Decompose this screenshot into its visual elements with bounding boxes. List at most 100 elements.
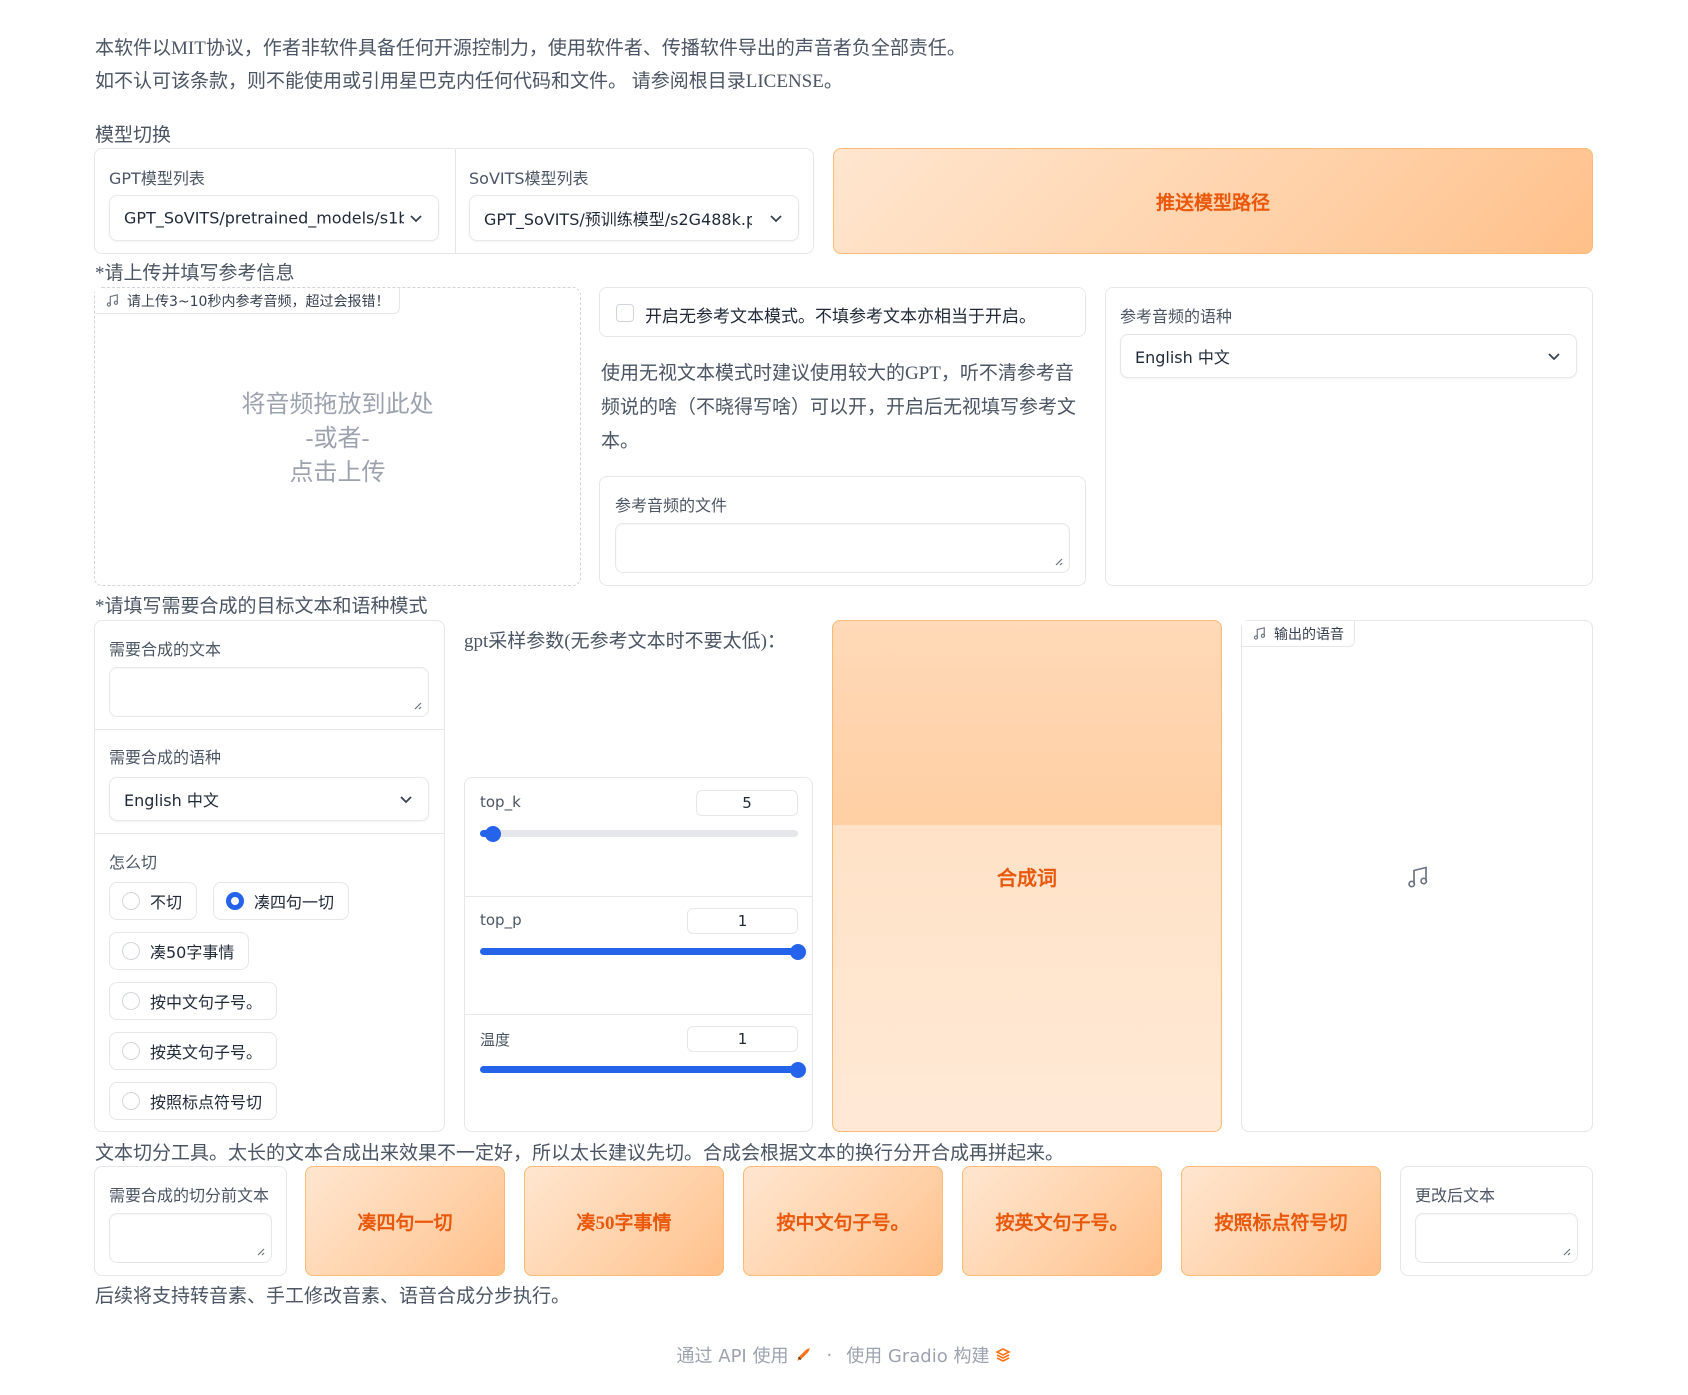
gpt-model-label: GPT模型列表: [109, 169, 205, 188]
top-k-label: top_k: [480, 793, 521, 811]
hint-line3: 本。: [601, 431, 640, 452]
top-k-slider[interactable]: [480, 825, 798, 842]
music-note-icon: [106, 293, 119, 307]
cut-option-english-period[interactable]: 按英文句子号。: [109, 1032, 278, 1070]
top-p-slider-fill: [480, 948, 798, 955]
radio-circle: [122, 992, 140, 1010]
reference-text-label: 参考音频的文件: [615, 496, 728, 515]
gpt-params-panel: top_k 5 top_p 1 温度 1: [464, 777, 813, 1132]
gpt-params-title: gpt采样参数(无参考文本时不要太低)：: [464, 631, 786, 652]
cut-after-input[interactable]: [1415, 1213, 1578, 1263]
radio-circle: [122, 1092, 140, 1110]
temperature-label: 温度: [480, 1031, 511, 1049]
synth-section-title: *请填写需要合成的目标文本和语种模式: [95, 596, 428, 617]
gpt-model-value: GPT_SoVITS/pretrained_models/s1be: [124, 208, 404, 228]
gradio-logo-icon: [995, 1348, 1012, 1362]
reference-audio-chip-label: 请上传3~10秒内参考音频，超过会报错！: [127, 293, 390, 310]
temperature-slider[interactable]: [480, 1061, 806, 1078]
free-mode-checkbox-panel[interactable]: 开启无参考文本模式。不填参考文本亦相当于开启。: [599, 287, 1086, 337]
cut-option-label: 不切: [150, 893, 183, 912]
free-mode-label: 开启无参考文本模式。不填参考文本亦相当于开启。: [645, 307, 1036, 327]
reference-language-panel: 参考音频的语种 English 中文: [1105, 287, 1593, 586]
divider: [95, 833, 444, 834]
divider: [465, 1014, 812, 1015]
top-p-slider-handle[interactable]: [790, 943, 806, 960]
sovits-model-value: GPT_SoVITS/预训练模型/s2G488k.pth: [484, 210, 752, 229]
free-mode-checkbox[interactable]: [616, 304, 634, 322]
api-link[interactable]: 通过 API 使用: [677, 1342, 789, 1368]
dropzone-line-drop: 将音频拖放到此处: [241, 392, 434, 418]
temperature-number-input[interactable]: 1: [687, 1026, 798, 1052]
sovits-model-dropdown[interactable]: GPT_SoVITS/预训练模型/s2G488k.pth: [469, 195, 799, 241]
cut-fifty-chars-button[interactable]: 凑50字事情: [524, 1166, 724, 1276]
hint-line1: 使用无视文本模式时建议使用较大的GPT，听不清参考音: [601, 363, 1074, 384]
reference-language-label: 参考音频的语种: [1120, 307, 1233, 326]
output-audio-chip: 输出的语音: [1242, 621, 1355, 647]
cut-option-label: 按英文句子号。: [150, 1043, 263, 1062]
push-model-path-button[interactable]: 推送模型路径: [833, 148, 1593, 254]
reference-audio-dropzone[interactable]: 请上传3~10秒内参考音频，超过会报错！ 将音频拖放到此处 -或者- 点击上传: [94, 287, 581, 586]
dropzone-line-click: 点击上传: [289, 460, 386, 486]
cut-tool-footer-note: 后续将支持转音素、手工修改音素、语音合成分步执行。: [95, 1286, 571, 1307]
cut-option-fifty-chars[interactable]: 凑50字事情: [109, 932, 250, 970]
output-audio-panel: 输出的语音: [1241, 620, 1593, 1132]
radio-circle: [122, 1042, 140, 1060]
footer-separator: ·: [826, 1344, 833, 1366]
reference-language-dropdown[interactable]: English 中文: [1120, 334, 1577, 378]
radio-circle: [122, 942, 140, 960]
license-notice-line1: 本软件以MIT协议，作者非软件具备任何开源控制力，使用软件者、传播软件导出的声音…: [95, 38, 966, 59]
hint-line2: 频说的啥（不晓得写啥）可以开，开启后无视填写参考文: [601, 397, 1077, 418]
music-note-icon: [1253, 626, 1266, 640]
top-p-number-input[interactable]: 1: [687, 908, 798, 934]
chevron-down-icon: [1548, 353, 1560, 361]
chevron-down-icon: [400, 796, 412, 804]
cut-after-label: 更改后文本: [1415, 1186, 1496, 1205]
synth-text-input[interactable]: [109, 667, 429, 717]
reference-text-input[interactable]: [615, 523, 1070, 573]
synthesize-button[interactable]: 合成词: [832, 620, 1222, 1132]
chevron-down-icon: [410, 215, 422, 223]
cut-option-label: 按照标点符号切: [150, 1093, 263, 1112]
footer: 通过 API 使用 · 使用 Gradio 构建: [0, 1342, 1688, 1368]
radio-circle-selected: [226, 892, 244, 910]
cut-option-label: 凑50字事情: [150, 943, 235, 962]
cut-after-panel: 更改后文本: [1400, 1166, 1593, 1276]
sovits-model-label: SoVITS模型列表: [469, 169, 589, 188]
output-audio-chip-label: 输出的语音: [1274, 626, 1344, 643]
synth-language-value: English 中文: [124, 791, 219, 810]
top-p-slider[interactable]: [480, 943, 806, 960]
cut-before-input[interactable]: [109, 1213, 272, 1263]
reference-audio-chip: 请上传3~10秒内参考音频，超过会报错！: [95, 288, 401, 314]
cut-option-chinese-period[interactable]: 按中文句子号。: [109, 982, 278, 1020]
model-section-title: 模型切换: [95, 125, 172, 146]
gpt-model-dropdown[interactable]: GPT_SoVITS/pretrained_models/s1be: [109, 195, 439, 241]
cut-option-label: 凑四句一切: [254, 893, 335, 912]
temperature-slider-handle[interactable]: [790, 1061, 806, 1078]
top-k-number-input[interactable]: 5: [696, 790, 798, 816]
top-k-slider-handle[interactable]: [484, 825, 501, 842]
cut-method-label: 怎么切: [109, 853, 158, 872]
dropzone-text: 将音频拖放到此处 -或者- 点击上传: [95, 388, 580, 490]
cut-english-period-button[interactable]: 按英文句子号。: [962, 1166, 1162, 1276]
cut-option-punctuation[interactable]: 按照标点符号切: [109, 1082, 278, 1120]
synth-language-dropdown[interactable]: English 中文: [109, 777, 429, 821]
cut-before-label: 需要合成的切分前文本: [109, 1186, 270, 1205]
resize-grip-icon: [414, 702, 422, 710]
cut-before-panel: 需要合成的切分前文本: [94, 1166, 287, 1276]
reference-language-value: English 中文: [1135, 348, 1230, 367]
cut-option-none[interactable]: 不切: [109, 882, 198, 920]
cut-option-label: 按中文句子号。: [150, 993, 263, 1012]
reference-section-title: *请上传并填写参考信息: [95, 263, 295, 284]
temperature-slider-fill: [480, 1066, 798, 1073]
music-note-icon: [1408, 866, 1428, 888]
divider: [465, 896, 812, 897]
cut-tool-description: 文本切分工具。太长的文本合成出来效果不一定好，所以太长建议先切。合成会根据文本的…: [95, 1143, 1065, 1164]
cut-option-four-sentences[interactable]: 凑四句一切: [213, 882, 350, 920]
resize-grip-icon: [1055, 558, 1063, 566]
cut-punctuation-button[interactable]: 按照标点符号切: [1181, 1166, 1381, 1276]
built-with-gradio-link[interactable]: 使用 Gradio 构建: [846, 1342, 989, 1368]
top-p-label: top_p: [480, 911, 522, 929]
cut-chinese-period-button[interactable]: 按中文句子号。: [743, 1166, 943, 1276]
cut-four-sentences-button[interactable]: 凑四句一切: [305, 1166, 505, 1276]
synth-text-label: 需要合成的文本: [109, 640, 222, 659]
